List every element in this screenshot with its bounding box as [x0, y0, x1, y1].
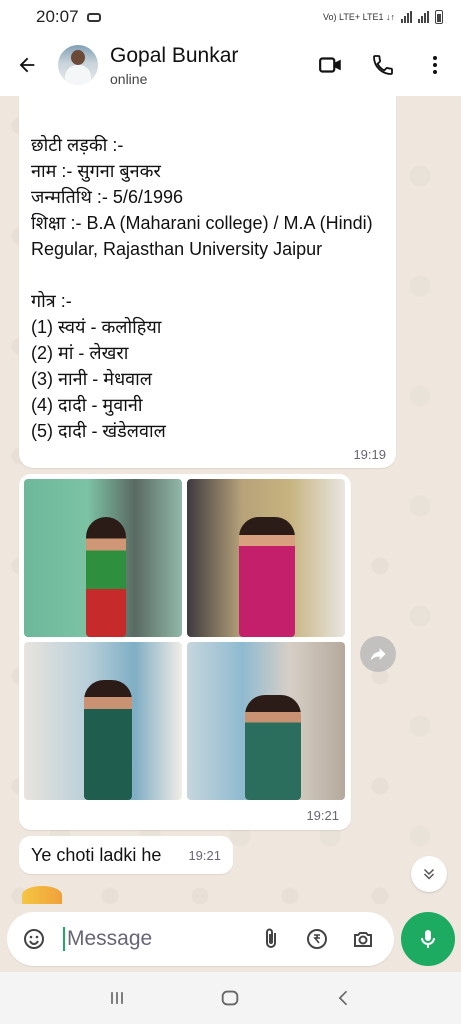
camera-icon [354, 932, 372, 947]
emoji-icon [24, 929, 44, 949]
voice-call-button[interactable] [357, 34, 409, 96]
photo-subject [245, 695, 301, 800]
photo-subject [84, 680, 132, 800]
video-call-icon [319, 57, 341, 73]
message-time: 19:19 [353, 447, 386, 462]
home-button[interactable] [210, 978, 250, 1018]
scroll-down-icon [423, 868, 435, 880]
photo-thumbnail[interactable] [24, 479, 182, 637]
camera-button[interactable] [340, 916, 386, 962]
home-icon [222, 990, 239, 1006]
contact-name: Gopal Bunkar [110, 43, 239, 67]
more-options-icon [433, 56, 437, 74]
more-options-button[interactable] [409, 34, 461, 96]
chat-area[interactable]: छोटी लड़की :- नाम :- सुगना बुनकर जन्मतिथ… [0, 96, 461, 904]
status-time: 20:07 [36, 7, 79, 26]
photo-subject [86, 517, 126, 637]
scroll-to-bottom-button[interactable] [411, 856, 447, 892]
nav-back-icon [338, 990, 348, 1006]
system-nav-bar [0, 972, 461, 1024]
video-call-button[interactable] [305, 34, 357, 96]
presence-status: online [110, 70, 148, 87]
photo-album-message[interactable]: 19:21 [19, 474, 351, 830]
battery-icon [435, 10, 443, 24]
incoming-message[interactable]: छोटी लड़की :- नाम :- सुगना बुनकर जन्मतिथ… [19, 96, 396, 468]
payment-button[interactable] [294, 916, 340, 962]
forward-button[interactable] [360, 636, 396, 672]
network-label: Vo) LTE+ LTE1 ↓↑ [323, 12, 395, 22]
header-actions [305, 34, 461, 96]
incoming-message[interactable]: Ye choti ladki he 19:21 [19, 836, 233, 874]
attach-icon [266, 928, 276, 948]
signal-icon-2 [418, 11, 429, 23]
message-input[interactable] [63, 927, 233, 951]
message-time: 19:21 [188, 847, 221, 863]
recents-button[interactable] [97, 978, 137, 1018]
mic-icon [421, 930, 435, 948]
avatar[interactable] [58, 45, 98, 85]
sticker-preview [22, 886, 62, 904]
message-text: छोटी लड़की :- नाम :- सुगना बुनकर जन्मतिथ… [31, 135, 373, 441]
photo-thumbnail[interactable] [187, 642, 345, 800]
photo-grid [24, 479, 346, 800]
back-button[interactable] [0, 34, 54, 96]
status-bar: 20:07 Vo) LTE+ LTE1 ↓↑ [0, 0, 461, 34]
chat-header: Gopal Bunkar online [0, 34, 461, 96]
nav-back-button[interactable] [324, 978, 364, 1018]
mic-button[interactable] [401, 912, 455, 966]
voicemail-icon [86, 12, 101, 22]
forward-icon [370, 648, 386, 661]
contact-info[interactable]: Gopal Bunkar online [110, 44, 238, 87]
back-arrow-icon [19, 57, 35, 73]
rupee-icon [307, 929, 327, 949]
recents-icon [110, 992, 123, 1004]
photo-subject [239, 517, 295, 637]
voice-call-icon [373, 55, 393, 75]
status-indicators: Vo) LTE+ LTE1 ↓↑ [323, 10, 443, 24]
message-time: 19:21 [306, 808, 339, 823]
message-composer [7, 912, 394, 966]
photo-thumbnail[interactable] [24, 642, 182, 800]
message-text: Ye choti ladki he [31, 844, 162, 865]
photo-thumbnail[interactable] [187, 479, 345, 637]
attach-button[interactable] [248, 916, 294, 962]
emoji-button[interactable] [17, 916, 51, 962]
signal-icon [401, 11, 412, 23]
